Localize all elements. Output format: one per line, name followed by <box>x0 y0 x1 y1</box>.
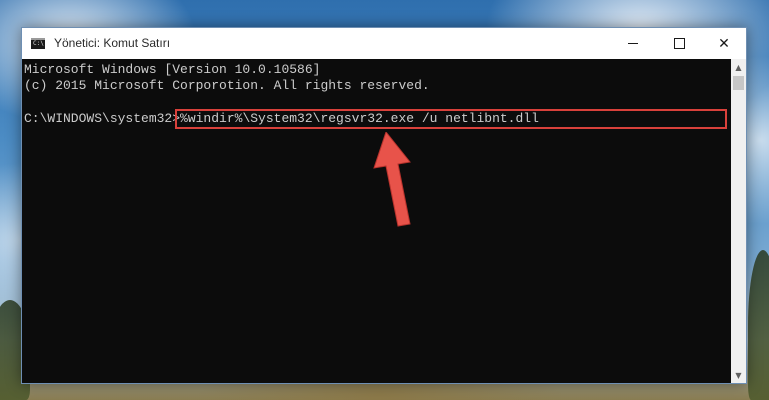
cmd-icon: C:\ <box>31 38 45 49</box>
command-highlight-box <box>175 109 727 129</box>
title-bar[interactable]: C:\ Yönetici: Komut Satırı ✕ <box>22 28 746 59</box>
window-title: Yönetici: Komut Satırı <box>54 36 171 50</box>
console-line-copyright: (c) 2015 Microsoft Corporotion. All righ… <box>24 78 430 93</box>
desktop-background: C:\ Yönetici: Komut Satırı ✕ Microsoft W… <box>0 0 769 400</box>
cmd-icon-text: C:\ <box>33 40 44 47</box>
minimize-icon <box>628 42 638 44</box>
red-arrow-icon <box>373 132 411 227</box>
console-prompt: C:\WINDOWS\system32> <box>24 111 181 126</box>
maximize-button[interactable] <box>656 28 702 58</box>
close-button[interactable]: ✕ <box>701 28 747 58</box>
palm-tree-right <box>748 250 769 400</box>
scroll-thumb[interactable] <box>733 76 744 90</box>
console-line-version: Microsoft Windows [Version 10.0.10586] <box>24 62 321 77</box>
vertical-scrollbar[interactable]: ▲ ▼ <box>731 59 746 383</box>
close-icon: ✕ <box>718 34 730 51</box>
maximize-icon <box>673 37 685 49</box>
minimize-button[interactable] <box>610 28 656 58</box>
scroll-up-icon[interactable]: ▲ <box>731 59 746 75</box>
scroll-down-icon[interactable]: ▼ <box>731 367 746 383</box>
